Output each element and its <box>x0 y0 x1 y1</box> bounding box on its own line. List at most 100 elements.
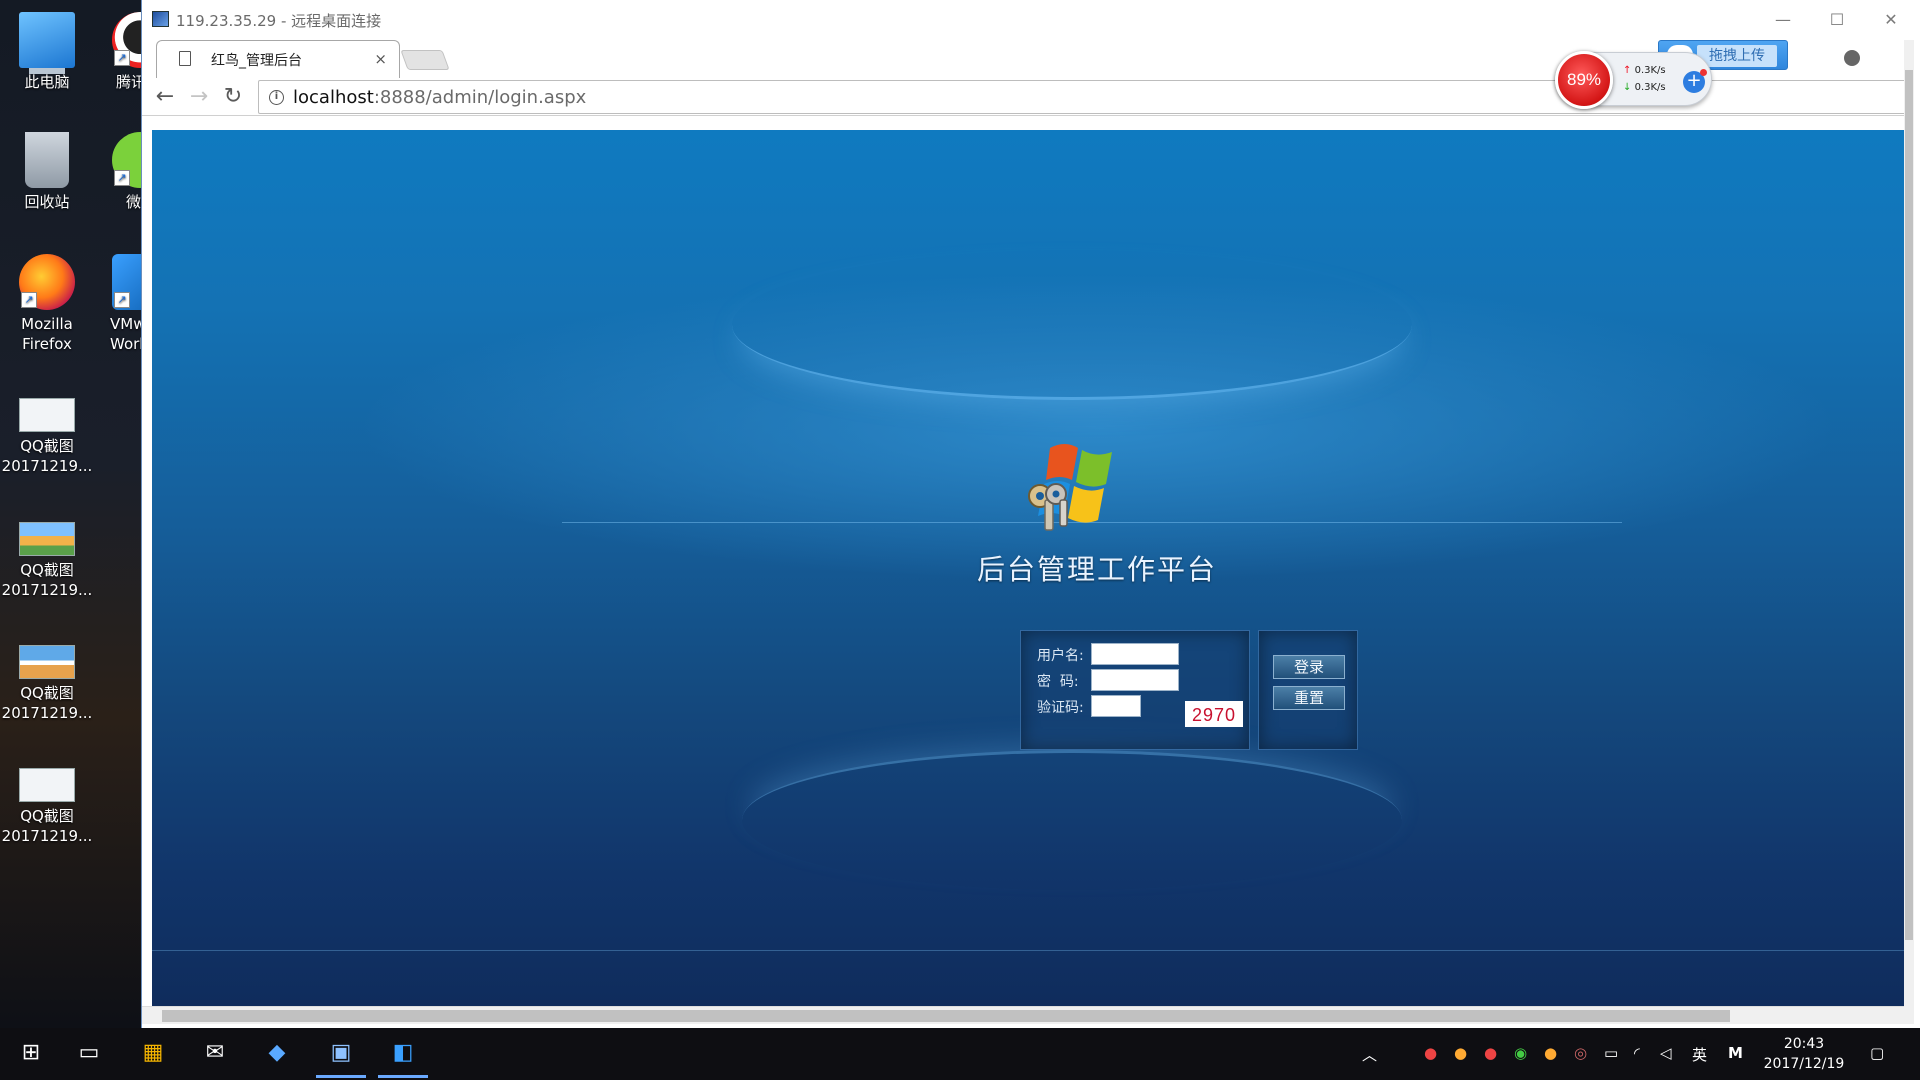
desktop-icon-label: 微 <box>126 193 142 211</box>
vmware-taskbar-icon[interactable]: ◧ <box>378 1038 428 1078</box>
reset-button[interactable]: 重置 <box>1273 686 1345 710</box>
captcha-label: 验证码: <box>1037 700 1084 716</box>
vertical-scrollbar[interactable] <box>1904 40 1914 1024</box>
desktop-icon-qq[interactable]: ↗ 腾讯 <box>94 12 142 92</box>
captcha-image[interactable]: 2970 <box>1185 701 1243 727</box>
new-tab-button[interactable] <box>400 50 450 70</box>
arrow-down-icon: ↓ <box>1623 82 1632 93</box>
wifi-icon[interactable]: ◜ <box>1634 1044 1640 1062</box>
minimize-button[interactable]: — <box>1760 6 1806 34</box>
desktop-icon-label: 此电脑 <box>24 73 70 91</box>
desktop-icon-screenshot-1[interactable]: QQ截图 20171219... <box>0 384 94 476</box>
browser-window: 红鸟_管理后台 × 拖拽上传 ← → ↻ i localhost:8888/ad… <box>142 40 1914 1028</box>
download-speed-value: 0.3K/s <box>1634 82 1666 93</box>
username-input[interactable] <box>1091 643 1179 665</box>
recycle-bin-icon <box>25 132 69 188</box>
back-button[interactable]: ← <box>150 82 180 112</box>
chrome-tray-icon[interactable]: ◉ <box>1514 1044 1527 1062</box>
ime-mode-indicator[interactable]: M <box>1728 1044 1743 1062</box>
page-icon <box>179 51 191 66</box>
decorative-arc-top <box>732 250 1412 400</box>
battery-icon[interactable]: ▭ <box>1604 1044 1618 1062</box>
qq-tray-icon[interactable]: ● <box>1454 1044 1467 1062</box>
tab-close-icon[interactable]: × <box>374 50 387 68</box>
vertical-scroll-thumb[interactable] <box>1905 70 1913 940</box>
forward-button[interactable]: → <box>184 82 214 112</box>
shortcut-arrow-icon: ↗ <box>114 292 130 308</box>
reload-button[interactable]: ↻ <box>218 82 248 112</box>
remote-window-title: 119.23.35.29 - 远程桌面连接 <box>176 12 382 30</box>
task-view-icon[interactable]: ▭ <box>74 1038 104 1068</box>
speed-percent-badge[interactable]: 89% <box>1555 51 1613 109</box>
url-host: localhost <box>293 87 374 108</box>
qq-tray-icon[interactable]: ● <box>1424 1044 1437 1062</box>
download-speed: ↓ 0.3K/s <box>1623 82 1666 93</box>
desktop-icon-screenshot-2[interactable]: QQ截图 20171219... <box>0 508 94 600</box>
info-icon[interactable]: i <box>269 90 284 105</box>
plus-icon[interactable]: + <box>1683 69 1707 93</box>
remote-window-titlebar[interactable]: 119.23.35.29 - 远程桌面连接 — ☐ ✕ <box>142 0 1920 40</box>
upload-speed: ↑ 0.3K/s <box>1623 65 1666 76</box>
password-input[interactable] <box>1091 669 1179 691</box>
windows-start-icon[interactable]: ⊞ <box>16 1038 46 1068</box>
upload-speed-value: 0.3K/s <box>1634 65 1666 76</box>
feishu-icon[interactable]: ◆ <box>262 1038 292 1068</box>
desktop-icon-label: Mozilla Firefox <box>21 315 73 353</box>
screenshot-icon <box>19 645 75 679</box>
network-speed-widget[interactable]: 89% ↑ 0.3K/s ↓ 0.3K/s + <box>1555 51 1712 109</box>
shortcut-arrow-icon: ↗ <box>114 50 130 66</box>
app-tray-icon[interactable]: ◎ <box>1574 1044 1587 1062</box>
ime-indicator[interactable]: 英 <box>1692 1044 1707 1065</box>
url-text[interactable]: localhost:8888/admin/login.aspx <box>293 87 586 108</box>
login-form: 用户名: 密 码: 验证码: 2970 <box>1020 630 1250 750</box>
computer-icon <box>19 12 75 74</box>
url-path: :8888/admin/login.aspx <box>373 87 587 108</box>
horizontal-scroll-thumb[interactable] <box>162 1010 1730 1022</box>
mail-icon[interactable]: ✉ <box>200 1038 230 1068</box>
decorative-arc-bottom <box>742 750 1402 890</box>
arrow-up-icon: ↑ <box>1623 65 1632 76</box>
desktop-icon-screenshot-3[interactable]: QQ截图 20171219... <box>0 631 94 723</box>
page-title: 后台管理工作平台 <box>976 553 1217 586</box>
desktop-icon-vmware[interactable]: ↗ VMw Work <box>94 254 142 354</box>
username-label: 用户名: <box>1037 648 1084 664</box>
maximize-button[interactable]: ☐ <box>1814 6 1860 34</box>
qq-icon: ↗ <box>112 12 142 68</box>
desktop-icon-recycle-bin[interactable]: 回收站 <box>0 132 94 212</box>
desktop-icon-label: QQ截图 20171219... <box>1 437 93 475</box>
desktop-icon-firefox[interactable]: ↗ Mozilla Firefox <box>0 254 94 354</box>
desktop-icon-wechat[interactable]: ↗ 微 <box>94 132 142 212</box>
clock-date: 2017/12/19 <box>1763 1056 1845 1072</box>
desktop-icon-screenshot-4[interactable]: QQ截图 20171219... <box>0 754 94 846</box>
desktop-icon-this-pc[interactable]: 此电脑 <box>0 12 94 92</box>
form-actions: 登录 重置 <box>1258 630 1358 750</box>
remote-desktop-taskbar-icon[interactable]: ▣ <box>316 1038 366 1078</box>
horizontal-scrollbar[interactable] <box>142 1006 1904 1024</box>
shortcut-arrow-icon: ↗ <box>21 292 37 308</box>
screenshot-icon <box>19 768 75 802</box>
show-hidden-icons-icon[interactable]: ︿ <box>1362 1044 1377 1065</box>
windows-keys-logo-icon <box>1028 444 1112 531</box>
desktop-icon-label: QQ截图 20171219... <box>1 807 93 845</box>
login-page: 后台管理工作平台 用户名: 密 码: 验证码: 2970 登录 重置 <box>152 130 1904 1006</box>
desktop-icon-label: QQ截图 20171219... <box>1 684 93 722</box>
captcha-input[interactable] <box>1091 695 1141 717</box>
desktop-icon-label: 回收站 <box>24 193 70 211</box>
screenshot-icon <box>19 398 75 432</box>
profile-icon[interactable] <box>1844 50 1860 66</box>
login-button[interactable]: 登录 <box>1273 655 1345 679</box>
store-icon[interactable]: ▦ <box>138 1038 168 1068</box>
remote-desktop-window: 119.23.35.29 - 远程桌面连接 — ☐ ✕ 红鸟_管理后台 × 拖拽… <box>141 0 1920 1028</box>
tab-admin[interactable]: 红鸟_管理后台 × <box>156 40 400 78</box>
volume-icon[interactable]: ◁ <box>1660 1044 1672 1062</box>
notification-icon[interactable]: ▢ <box>1870 1044 1884 1062</box>
remote-desktop-app-icon <box>152 11 169 27</box>
qq-tray-icon[interactable]: ● <box>1484 1044 1497 1062</box>
clock[interactable]: 20:43 2017/12/19 <box>1756 1034 1852 1074</box>
clock-time: 20:43 <box>1783 1036 1825 1052</box>
upload-label: 拖拽上传 <box>1697 45 1777 67</box>
close-button[interactable]: ✕ <box>1868 6 1914 34</box>
screenshot-icon <box>19 522 75 556</box>
app-tray-icon[interactable]: ● <box>1544 1044 1557 1062</box>
firefox-icon: ↗ <box>19 254 75 310</box>
